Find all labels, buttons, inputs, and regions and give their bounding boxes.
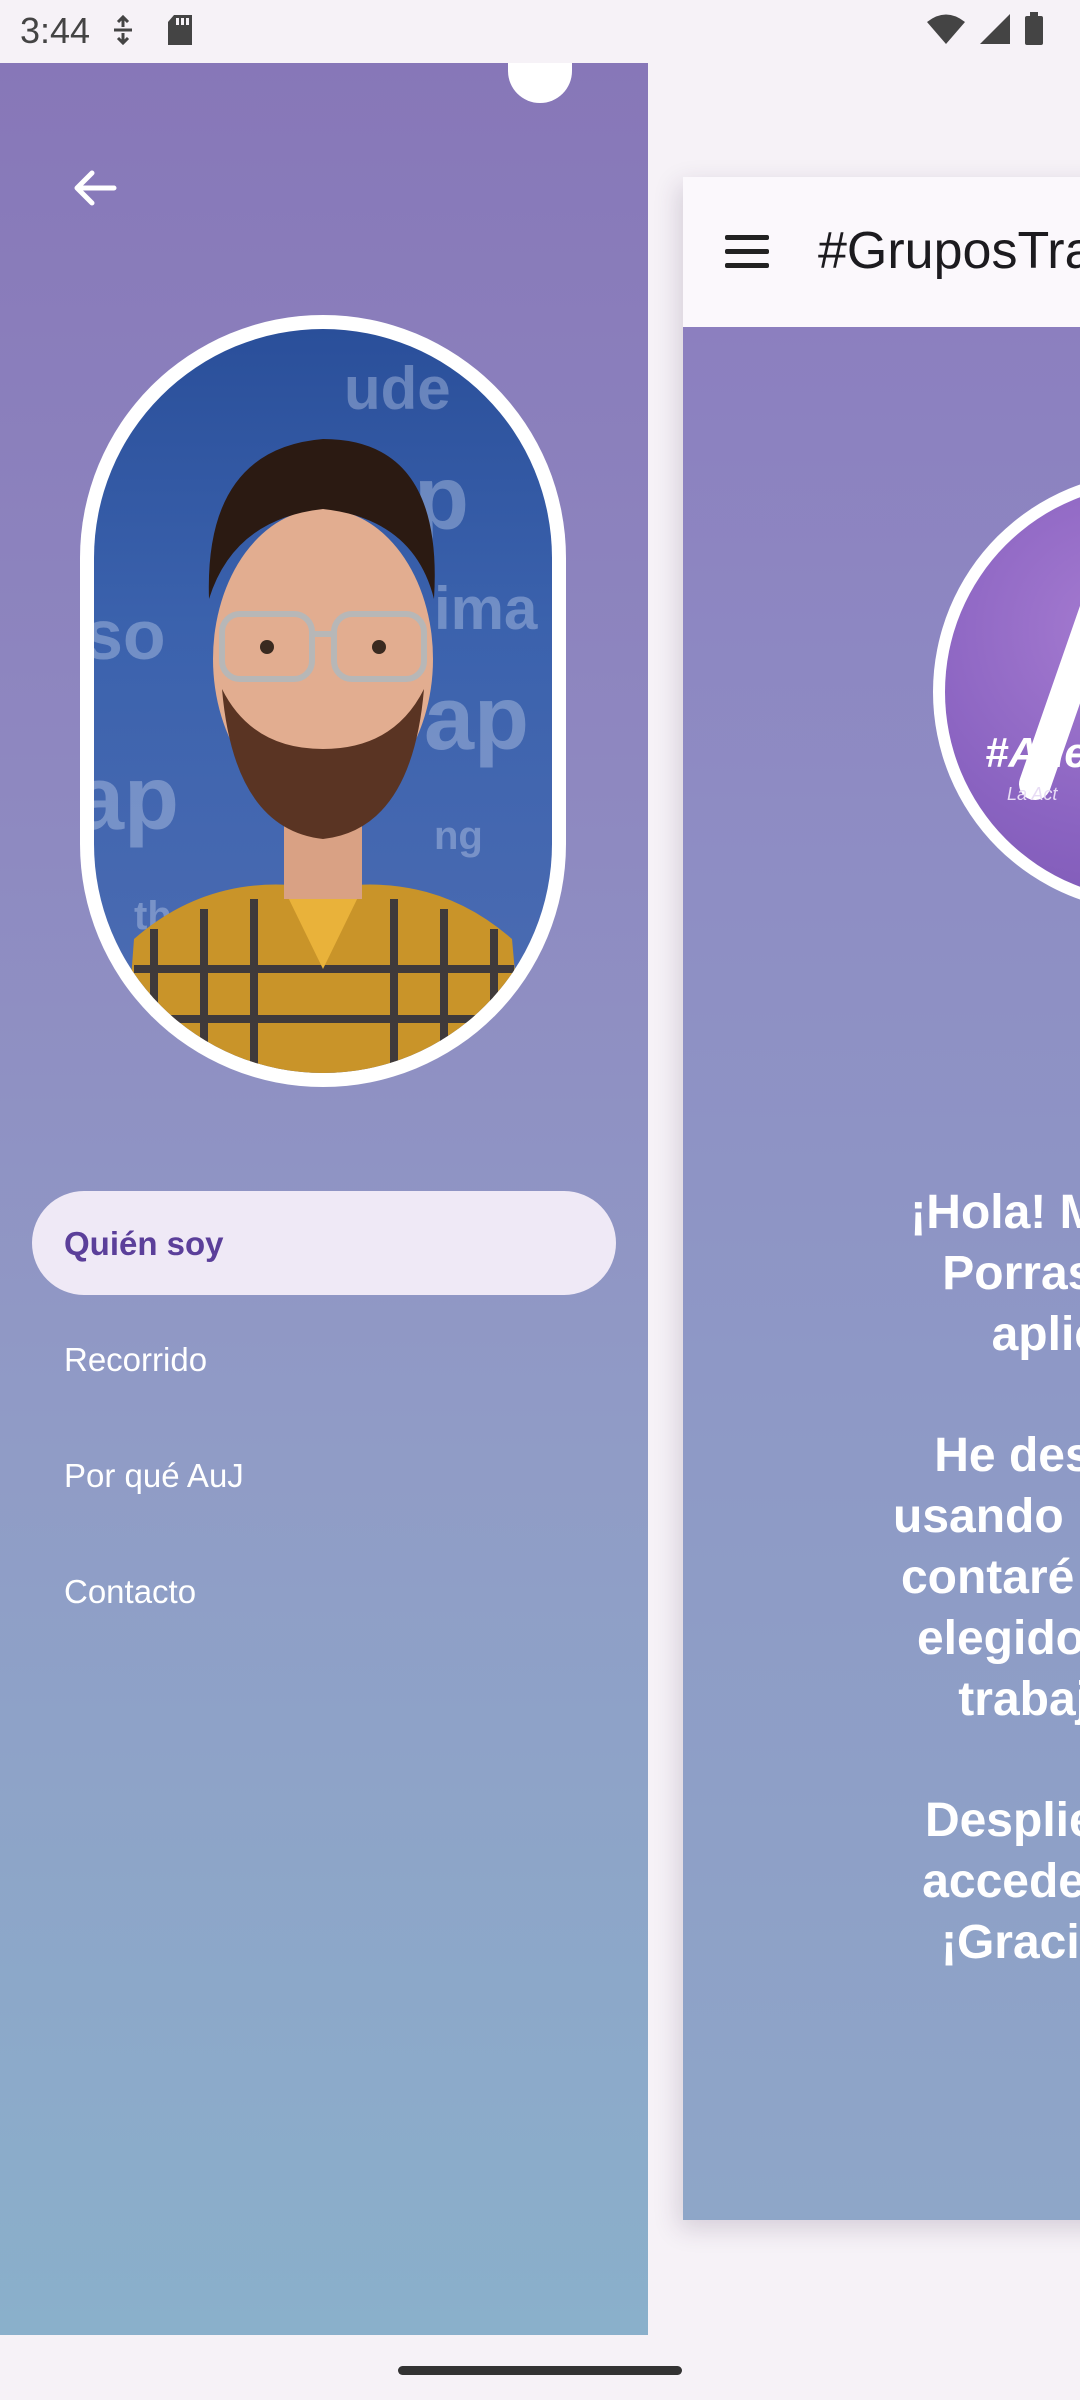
nav-item-label: Quién soy bbox=[64, 1225, 224, 1262]
nav-item-label: Por qué AuJ bbox=[64, 1457, 244, 1494]
logo-mark bbox=[1019, 605, 1080, 800]
nav-item-label: Contacto bbox=[64, 1573, 197, 1610]
wifi-icon bbox=[927, 14, 965, 44]
intro-paragraph-3: Despliegue e acceder a las ¡Gracias po bbox=[922, 1794, 1080, 1969]
status-time: 3:44 bbox=[20, 10, 91, 51]
logo-inner: #Ade La Act bbox=[945, 484, 1080, 900]
svg-text:ude: ude bbox=[344, 355, 451, 422]
status-right-icons bbox=[926, 12, 1044, 46]
intro-paragraph-1: ¡Hola! Me llam Porras y so aplicac bbox=[910, 1186, 1080, 1361]
intro-text: ¡Hola! Me llam Porras y so aplicac He de… bbox=[723, 1182, 1080, 2033]
back-arrow-icon[interactable] bbox=[70, 163, 120, 213]
sd-card-icon bbox=[168, 15, 192, 45]
profile-photo-illustration: ude p ima so ap ap ng the i bbox=[94, 355, 538, 1073]
svg-text:so: so bbox=[94, 596, 166, 674]
home-indicator[interactable] bbox=[398, 2366, 682, 2375]
nav-item-recorrido[interactable]: Recorrido bbox=[32, 1307, 616, 1411]
app-logo: #Ade La Act bbox=[933, 472, 1080, 912]
nav-item-label: Recorrido bbox=[64, 1341, 208, 1378]
camera-cutout bbox=[508, 63, 572, 103]
logo-text: #Ade bbox=[985, 729, 1080, 776]
signal-icon bbox=[980, 14, 1010, 44]
svg-text:ap: ap bbox=[424, 669, 529, 769]
main-body: #Ade La Act ¡Hola! Me llam Porras y so a… bbox=[683, 327, 1080, 2220]
status-left-icons bbox=[110, 14, 194, 46]
intro-paragraph-2: He desarroll usando Kotlin y contaré de … bbox=[893, 1429, 1080, 1726]
app-bar-title: #GruposTra bbox=[818, 222, 1080, 280]
screen: 3:44 #GruposTra #Ade La Act ¡Hola! M Por… bbox=[0, 0, 1080, 2400]
main-content: #GruposTra #Ade La Act ¡Hola! Me llam Po… bbox=[683, 177, 1080, 2220]
nav-item-por-que-auj[interactable]: Por qué AuJ bbox=[32, 1423, 616, 1527]
status-bar: 3:44 bbox=[0, 0, 1080, 63]
svg-text:ap: ap bbox=[94, 749, 179, 849]
nav-item-quien-soy[interactable]: Quién soy bbox=[32, 1191, 616, 1295]
svg-text:ng: ng bbox=[434, 814, 483, 858]
profile-photo: ude p ima so ap ap ng the i bbox=[94, 329, 552, 1073]
menu-icon[interactable] bbox=[725, 235, 769, 269]
profile-photo-frame: ude p ima so ap ap ng the i bbox=[80, 315, 566, 1087]
battery-icon bbox=[1025, 12, 1043, 45]
data-saver-icon bbox=[114, 15, 132, 45]
navigation-drawer: ude p ima so ap ap ng the i bbox=[0, 63, 648, 2335]
svg-text:ima: ima bbox=[434, 575, 538, 642]
logo-subtext: La Act bbox=[1007, 784, 1058, 804]
top-app-bar: #GruposTra bbox=[683, 177, 1080, 327]
nav-item-contacto[interactable]: Contacto bbox=[32, 1539, 616, 1643]
